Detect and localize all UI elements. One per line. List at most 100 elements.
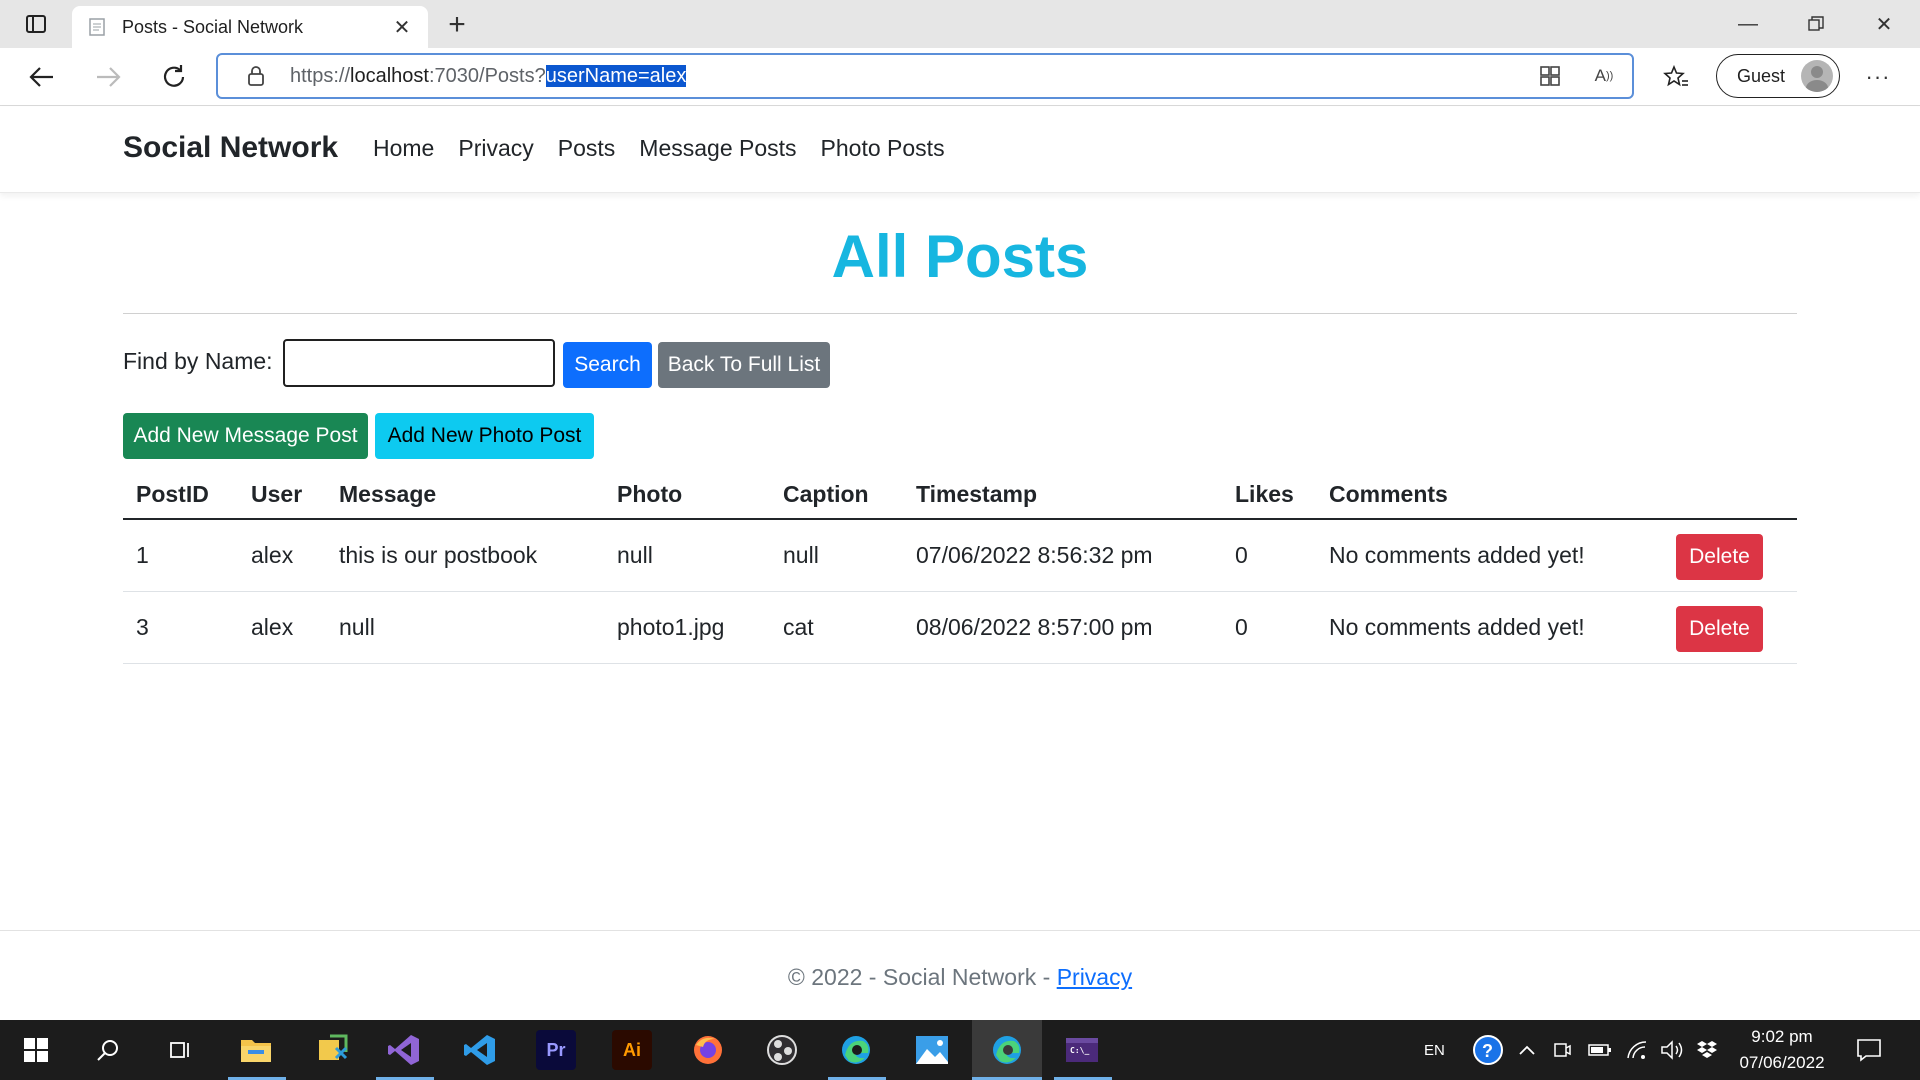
cell-timestamp: 08/06/2022 8:57:00 pm bbox=[916, 614, 1153, 640]
table-row: 3 alex null photo1.jpg cat 08/06/2022 8:… bbox=[123, 592, 1797, 664]
system-clock[interactable]: 9:02 pm 07/06/2022 bbox=[1722, 1024, 1842, 1076]
footer-privacy-link[interactable]: Privacy bbox=[1057, 964, 1132, 990]
terminal-icon[interactable]: C:\_ bbox=[1062, 1030, 1102, 1070]
vscode-icon[interactable] bbox=[460, 1030, 500, 1070]
header-user: User bbox=[251, 480, 303, 507]
taskbar: Pr Ai C:\_ EN ? 9:02 pm 07/06/2022 bbox=[0, 1020, 1920, 1080]
forward-arrow-icon[interactable] bbox=[88, 58, 128, 96]
cell-comments: No comments added yet! bbox=[1329, 542, 1585, 568]
notification-center-icon[interactable] bbox=[1856, 1020, 1882, 1080]
edge-browser-active-icon[interactable] bbox=[987, 1030, 1027, 1070]
back-arrow-icon[interactable] bbox=[22, 58, 62, 96]
delete-button[interactable]: Delete bbox=[1676, 606, 1763, 652]
visual-studio-icon[interactable] bbox=[384, 1030, 424, 1070]
header-postid: PostID bbox=[136, 480, 209, 507]
windows-start-icon[interactable] bbox=[16, 1030, 56, 1070]
more-menu-icon[interactable]: ··· bbox=[1858, 58, 1898, 96]
tab-close-icon[interactable]: ✕ bbox=[390, 15, 414, 39]
illustrator-icon[interactable]: Ai bbox=[612, 1030, 652, 1070]
meet-now-icon[interactable] bbox=[1552, 1020, 1572, 1080]
browser-tab-active[interactable]: Posts - Social Network ✕ bbox=[72, 6, 428, 48]
volume-icon[interactable] bbox=[1660, 1020, 1684, 1080]
wifi-icon[interactable] bbox=[1626, 1020, 1648, 1080]
nav-link-posts[interactable]: Posts bbox=[558, 135, 616, 162]
premiere-icon[interactable]: Pr bbox=[536, 1030, 576, 1070]
favorites-icon[interactable] bbox=[1656, 58, 1696, 96]
refresh-icon[interactable] bbox=[154, 58, 194, 96]
search-icon[interactable] bbox=[88, 1030, 128, 1070]
add-photo-post-button[interactable]: Add New Photo Post bbox=[375, 413, 594, 459]
site-brand[interactable]: Social Network bbox=[123, 131, 338, 165]
page-favicon-icon bbox=[86, 16, 108, 38]
header-timestamp: Timestamp bbox=[916, 480, 1038, 507]
avatar bbox=[1801, 60, 1833, 92]
edge-icon[interactable] bbox=[836, 1030, 876, 1070]
cell-likes: 0 bbox=[1235, 614, 1248, 640]
file-explorer-icon[interactable] bbox=[236, 1030, 276, 1070]
nav-link-privacy[interactable]: Privacy bbox=[458, 135, 533, 162]
lock-icon[interactable] bbox=[244, 64, 268, 88]
browser-tab-bar: Posts - Social Network ✕ + — ✕ bbox=[0, 0, 1920, 48]
site-navbar: Social Network Home Privacy Posts Messag… bbox=[0, 107, 1920, 193]
tab-title: Posts - Social Network bbox=[122, 16, 304, 37]
posts-table: PostID User Message Photo Caption Timest… bbox=[123, 470, 1797, 664]
photos-icon[interactable] bbox=[912, 1030, 952, 1070]
profile-button[interactable]: Guest bbox=[1716, 54, 1840, 98]
table-row: 1 alex this is our postbook null null 07… bbox=[123, 520, 1797, 592]
cell-user: alex bbox=[251, 542, 294, 568]
cell-timestamp: 07/06/2022 8:56:32 pm bbox=[916, 542, 1153, 568]
table-header-row: PostID User Message Photo Caption Timest… bbox=[123, 470, 1797, 520]
footer-text: © 2022 - Social Network - bbox=[787, 964, 1057, 990]
divider bbox=[123, 313, 1797, 314]
gallery-app-icon[interactable] bbox=[312, 1030, 352, 1070]
nav-links: Home Privacy Posts Message Posts Photo P… bbox=[373, 135, 945, 162]
battery-icon[interactable] bbox=[1588, 1020, 1612, 1080]
clock-date: 07/06/2022 bbox=[1739, 1053, 1825, 1072]
footer-divider bbox=[0, 930, 1920, 931]
header-caption: Caption bbox=[783, 480, 869, 507]
window-close-icon[interactable]: ✕ bbox=[1850, 0, 1918, 48]
url-scheme: https:// bbox=[290, 64, 351, 87]
new-tab-icon[interactable]: + bbox=[440, 8, 474, 42]
task-view-icon[interactable] bbox=[160, 1030, 200, 1070]
clock-time: 9:02 pm bbox=[1751, 1027, 1813, 1046]
header-message: Message bbox=[339, 480, 437, 507]
search-button[interactable]: Search bbox=[563, 342, 652, 388]
url-selected-query: userName=alex bbox=[545, 64, 687, 87]
dropbox-icon[interactable] bbox=[1696, 1020, 1718, 1080]
nav-link-home[interactable]: Home bbox=[373, 135, 434, 162]
cell-photo: photo1.jpg bbox=[617, 614, 725, 640]
nav-link-message-posts[interactable]: Message Posts bbox=[639, 135, 796, 162]
cell-message: this is our postbook bbox=[339, 542, 538, 568]
language-indicator[interactable]: EN bbox=[1424, 1020, 1445, 1080]
tab-actions-icon[interactable] bbox=[18, 10, 54, 38]
help-icon[interactable]: ? bbox=[1468, 1030, 1508, 1070]
show-hidden-icons-icon[interactable] bbox=[1518, 1020, 1536, 1080]
read-aloud-icon[interactable]: A)) bbox=[1590, 63, 1618, 89]
cell-postid: 1 bbox=[136, 542, 149, 568]
address-bar[interactable]: https://localhost:7030/Posts?userName=al… bbox=[216, 53, 1634, 99]
cell-likes: 0 bbox=[1235, 542, 1248, 568]
cell-photo: null bbox=[617, 542, 653, 568]
nav-link-photo-posts[interactable]: Photo Posts bbox=[821, 135, 945, 162]
header-comments: Comments bbox=[1329, 480, 1448, 507]
firefox-icon[interactable] bbox=[688, 1030, 728, 1070]
restore-icon[interactable] bbox=[1782, 0, 1850, 48]
app-available-icon[interactable] bbox=[1536, 63, 1564, 89]
url-path: :7030/Posts? bbox=[428, 64, 546, 87]
back-to-full-list-button[interactable]: Back To Full List bbox=[658, 342, 830, 388]
find-by-name-label: Find by Name: bbox=[123, 348, 273, 374]
delete-button[interactable]: Delete bbox=[1676, 534, 1763, 580]
footer: © 2022 - Social Network - Privacy bbox=[0, 964, 1920, 991]
add-message-post-button[interactable]: Add New Message Post bbox=[123, 413, 368, 459]
url-host: localhost bbox=[350, 64, 429, 87]
cell-message: null bbox=[339, 614, 375, 640]
url-text[interactable]: https://localhost:7030/Posts?userName=al… bbox=[290, 64, 687, 88]
search-input[interactable] bbox=[283, 339, 555, 387]
cell-user: alex bbox=[251, 614, 294, 640]
minimize-icon[interactable]: — bbox=[1714, 0, 1782, 48]
header-likes: Likes bbox=[1235, 480, 1294, 507]
page-title: All Posts bbox=[831, 223, 1089, 290]
obs-icon[interactable] bbox=[762, 1030, 802, 1070]
cell-postid: 3 bbox=[136, 614, 149, 640]
